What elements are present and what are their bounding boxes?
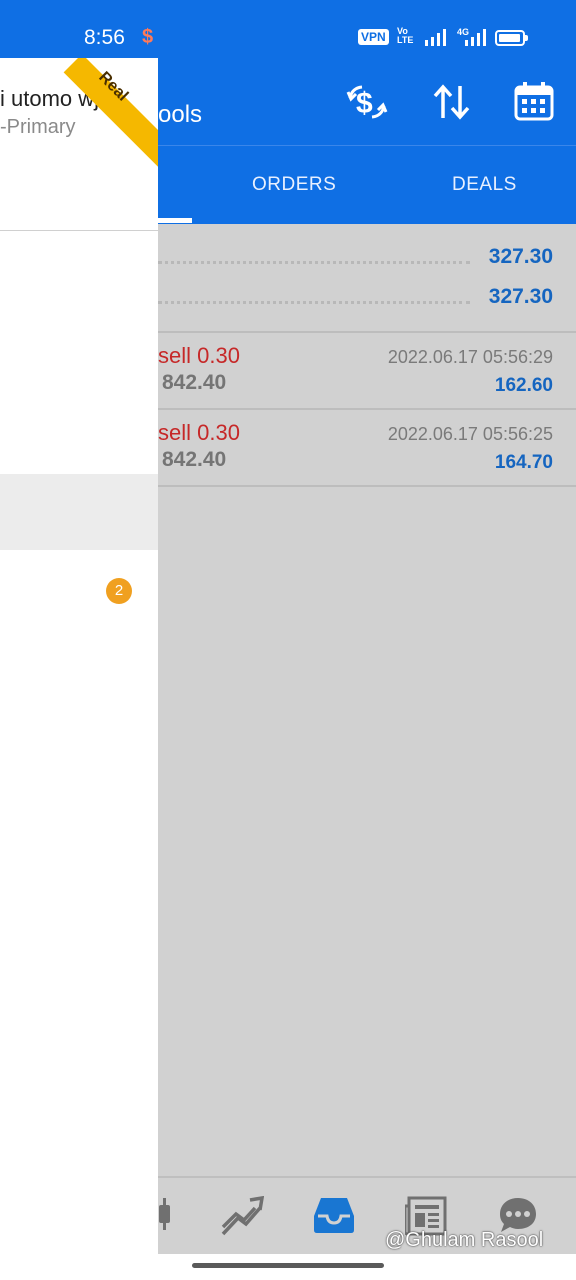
tab-deals[interactable]: DEALS	[452, 174, 517, 196]
notification-badge: 2	[106, 578, 132, 604]
summary-row: 327.30	[158, 285, 576, 315]
deal-time: 2022.06.17 05:56:25	[387, 424, 553, 444]
dotted-leader	[158, 234, 470, 264]
deal-type: sell 0.30	[158, 420, 240, 445]
summary-row: 327.30	[158, 245, 576, 275]
trend-icon[interactable]	[220, 1196, 264, 1236]
page-title: ools	[158, 101, 203, 128]
drawer-divider	[0, 230, 158, 231]
header-divider	[158, 145, 576, 146]
tab-indicator	[158, 218, 192, 223]
volte-bottom: LTE	[397, 35, 414, 45]
signal-icon-2	[465, 29, 486, 46]
deal-profit: 164.70	[494, 452, 553, 473]
signal-icon	[425, 29, 446, 46]
calendar-icon[interactable]	[514, 81, 554, 121]
candlestick-icon[interactable]	[158, 1196, 172, 1232]
deal-profit: 162.60	[494, 375, 553, 396]
svg-text:$: $	[356, 87, 373, 120]
status-bar: 8:56 $ VPN Vo LTE 4G	[0, 0, 576, 58]
home-indicator[interactable]	[192, 1263, 384, 1268]
summary-value: 327.30	[488, 245, 553, 268]
deal-price: 842.40	[162, 371, 227, 394]
volte-icon: Vo LTE	[397, 27, 413, 45]
vpn-icon: VPN	[358, 29, 389, 45]
deal-row[interactable]: sell 0.30 842.40 2022.06.17 05:56:25 164…	[158, 410, 576, 486]
inbox-icon[interactable]	[313, 1196, 355, 1234]
deal-price: 842.40	[162, 448, 227, 471]
navigation-drawer: i utomo wj... -Primary Real 2	[0, 58, 158, 1254]
sort-icon[interactable]	[432, 84, 472, 120]
summary-value: 327.30	[488, 285, 553, 308]
notification-icon: $	[142, 26, 154, 48]
dotted-leader	[158, 274, 470, 304]
drawer-item-selected[interactable]	[0, 474, 158, 550]
watermark: @Ghulam Rasool	[385, 1229, 544, 1251]
account-server: -Primary	[0, 116, 76, 138]
deal-time: 2022.06.17 05:56:29	[387, 347, 553, 367]
divider	[158, 485, 576, 487]
status-time: 8:56	[84, 26, 125, 49]
currency-exchange-icon[interactable]: $	[346, 82, 388, 122]
battery-icon	[495, 30, 528, 46]
tab-orders[interactable]: ORDERS	[252, 174, 336, 196]
deal-row[interactable]: sell 0.30 842.40 2022.06.17 05:56:29 162…	[158, 333, 576, 409]
deal-type: sell 0.30	[158, 343, 240, 368]
